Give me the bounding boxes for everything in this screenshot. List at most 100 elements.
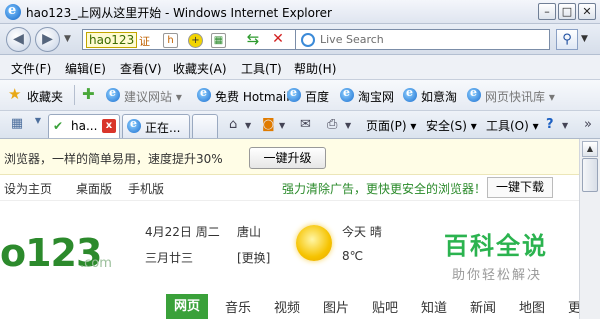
address-url[interactable]: hao123 bbox=[86, 32, 138, 48]
home-icon[interactable]: ⌂ bbox=[229, 117, 237, 132]
tab-label: 正在... bbox=[145, 121, 181, 135]
toolbar-overflow-icon[interactable]: » bbox=[584, 117, 592, 132]
restore-button[interactable]: □ bbox=[558, 3, 576, 20]
vertical-scrollbar[interactable]: ▲ bbox=[579, 139, 600, 319]
stop-icon[interactable]: ✕ bbox=[267, 29, 289, 50]
back-button[interactable]: ◀ bbox=[6, 27, 31, 52]
fav-web-slice-gallery[interactable]: 网页快讯库 ▾ bbox=[485, 88, 555, 105]
feeds-icon[interactable]: ◙ bbox=[262, 117, 275, 132]
suggested-sites-icon bbox=[106, 86, 120, 102]
tab-hao123[interactable]: ✔ ha... x bbox=[48, 114, 120, 138]
help-icon[interactable]: ? bbox=[546, 117, 554, 132]
ie-favicon-icon bbox=[127, 117, 141, 133]
add-favorite-icon[interactable]: ✚ bbox=[82, 87, 95, 102]
plus-icon[interactable]: + bbox=[188, 33, 203, 48]
watermark-title: 百科全说 bbox=[444, 232, 548, 260]
search-placeholder[interactable]: Live Search bbox=[320, 33, 384, 46]
tab-bar: ▦ ▼ ✔ ha... x 正在... ⌂ ▼ ◙ ▼ ✉ ⎙ ▼ 页面(P) … bbox=[0, 111, 600, 139]
weather-today[interactable]: 今天 晴 bbox=[342, 223, 382, 240]
set-homepage-link[interactable]: 设为主页 bbox=[4, 180, 52, 197]
fav-baidu[interactable]: 百度 bbox=[305, 88, 329, 105]
scroll-thumb[interactable] bbox=[582, 158, 598, 192]
safety-menu[interactable]: 安全(S) ▾ bbox=[426, 117, 477, 134]
web-slice-icon bbox=[467, 86, 481, 102]
baidu-icon bbox=[287, 86, 301, 102]
top-nav: 设为主页 桌面版 手机版 强力清除广告，更快更安全的浏览器！ 一键下载 bbox=[0, 175, 579, 201]
favorites-bar: ★ 收藏夹 ✚ 建议网站 ▾ 免费 Hotmail 百度 淘宝网 如意淘 网页快… bbox=[0, 80, 600, 111]
category-images[interactable]: 图片 bbox=[323, 297, 349, 316]
title-bar: hao123_上网从这里开始 - Windows Internet Explor… bbox=[0, 0, 600, 24]
category-tieba[interactable]: 贴吧 bbox=[372, 297, 398, 316]
tab-close-icon[interactable]: x bbox=[102, 119, 116, 133]
category-news[interactable]: 新闻 bbox=[470, 297, 496, 316]
page-icon[interactable]: ▦ bbox=[211, 33, 226, 48]
menu-edit[interactable]: 编辑(E) bbox=[65, 60, 106, 77]
refresh-icon[interactable]: ⇆ bbox=[242, 29, 264, 50]
ad-block-promo-link[interactable]: 强力清除广告，更快更安全的浏览器！ bbox=[282, 180, 486, 197]
category-more[interactable]: 更 bbox=[568, 297, 579, 316]
close-button[interactable]: ✕ bbox=[578, 3, 596, 20]
change-city-link[interactable]: [更换] bbox=[237, 249, 270, 266]
forward-button[interactable]: ▶ bbox=[35, 27, 60, 52]
fav-hotmail[interactable]: 免费 Hotmail bbox=[215, 88, 290, 105]
solar-date: 4月22日 周二 bbox=[145, 225, 220, 239]
print-icon[interactable]: ⎙ bbox=[327, 117, 337, 132]
upgrade-button[interactable]: 一键升级 bbox=[249, 147, 326, 169]
category-zhidao[interactable]: 知道 bbox=[421, 297, 447, 316]
help-chevron-icon[interactable]: ▼ bbox=[562, 121, 568, 130]
address-field[interactable]: hao123 证 h + ▦ bbox=[82, 29, 298, 50]
category-map[interactable]: 地图 bbox=[519, 297, 545, 316]
tab-loading[interactable]: 正在... bbox=[122, 114, 190, 138]
category-music[interactable]: 音乐 bbox=[225, 297, 251, 316]
menu-file[interactable]: 文件(F) bbox=[11, 60, 51, 77]
window-title: hao123_上网从这里开始 - Windows Internet Explor… bbox=[26, 6, 332, 20]
logo-suffix: .com bbox=[80, 256, 112, 271]
favorites-button[interactable]: 收藏夹 bbox=[27, 88, 63, 105]
hao123-favicon-icon: ✔ bbox=[53, 119, 64, 133]
address-toolbar: ◀ ▶ ▼ hao123 证 h + ▦ ⇆ ✕ Live Search ⚲ ▼ bbox=[0, 24, 600, 55]
upgrade-notice: 浏览器，一样的简单易用，速度提升30% 一键升级 bbox=[0, 139, 579, 175]
live-search-icon bbox=[301, 33, 315, 47]
print-chevron-icon[interactable]: ▼ bbox=[345, 121, 351, 130]
page-menu[interactable]: 页面(P) ▾ bbox=[366, 117, 416, 134]
fav-ruyitao[interactable]: 如意淘 bbox=[421, 88, 457, 105]
desktop-version-link[interactable]: 桌面版 bbox=[76, 180, 112, 197]
menu-view[interactable]: 查看(V) bbox=[120, 60, 162, 77]
category-video[interactable]: 视频 bbox=[274, 297, 300, 316]
download-button[interactable]: 一键下载 bbox=[487, 177, 553, 198]
tools-menu[interactable]: 工具(O) ▾ bbox=[486, 117, 539, 134]
taobao-icon bbox=[340, 86, 354, 102]
category-web[interactable]: 网页 bbox=[166, 294, 209, 319]
tab-list-chevron-icon[interactable]: ▼ bbox=[32, 116, 44, 135]
hao-icon[interactable]: h bbox=[163, 33, 178, 48]
menu-help[interactable]: 帮助(H) bbox=[294, 60, 336, 77]
fav-taobao[interactable]: 淘宝网 bbox=[358, 88, 394, 105]
lunar-date: 三月廿三 bbox=[145, 251, 194, 265]
new-tab-button[interactable] bbox=[192, 114, 218, 138]
baike-watermark: 百科全说 助你轻松解决 bbox=[428, 220, 578, 296]
menu-tools[interactable]: 工具(T) bbox=[241, 60, 282, 77]
tab-label: ha... bbox=[71, 119, 98, 133]
search-field[interactable]: Live Search bbox=[295, 29, 550, 50]
menu-favorites[interactable]: 收藏夹(A) bbox=[173, 60, 227, 77]
mobile-version-link[interactable]: 手机版 bbox=[128, 180, 164, 197]
watermark-subtitle: 助你轻松解决 bbox=[452, 268, 543, 283]
ie-logo-icon bbox=[5, 3, 21, 20]
page-content: 浏览器，一样的简单易用，速度提升30% 一键升级 设为主页 桌面版 手机版 强力… bbox=[0, 139, 579, 319]
fav-suggested-sites[interactable]: 建议网站 ▾ bbox=[124, 88, 182, 105]
quick-tabs-icon[interactable]: ▦ bbox=[6, 116, 28, 135]
weather-temperature: 8℃ bbox=[342, 249, 364, 263]
minimize-button[interactable]: – bbox=[538, 3, 556, 20]
search-options-chevron-icon[interactable]: ▼ bbox=[581, 34, 588, 44]
feeds-chevron-icon[interactable]: ▼ bbox=[279, 121, 285, 130]
scroll-up-icon[interactable]: ▲ bbox=[582, 141, 598, 157]
certificate-badge[interactable]: 证 bbox=[139, 33, 150, 49]
home-chevron-icon[interactable]: ▼ bbox=[245, 121, 251, 130]
favorites-star-icon[interactable]: ★ bbox=[8, 87, 21, 102]
search-button[interactable]: ⚲ bbox=[556, 29, 578, 50]
city-name[interactable]: 唐山 bbox=[237, 223, 261, 240]
divider bbox=[74, 85, 75, 105]
mail-icon[interactable]: ✉ bbox=[300, 117, 311, 132]
history-dropdown-icon[interactable]: ▼ bbox=[64, 34, 71, 44]
ruyitao-icon bbox=[403, 86, 417, 102]
